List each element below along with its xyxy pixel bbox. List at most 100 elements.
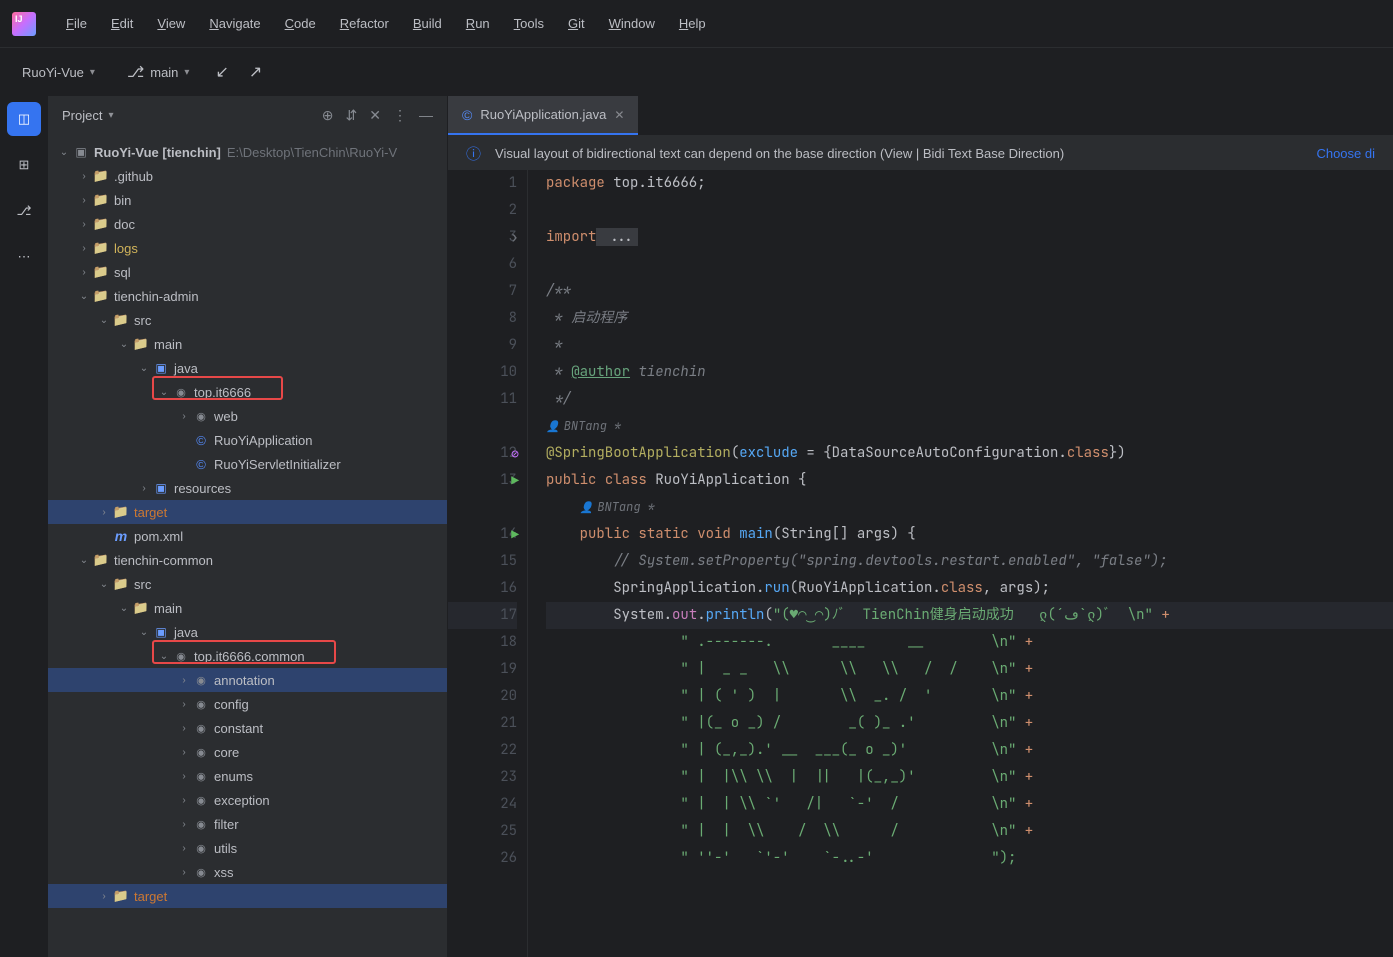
tree-arrow-icon[interactable]: ›: [76, 243, 92, 254]
expand-all-icon[interactable]: ⇵: [346, 107, 358, 124]
gutter-line[interactable]: 26: [448, 845, 517, 872]
tree-row[interactable]: ⌄src: [48, 308, 447, 332]
gutter-line[interactable]: 25: [448, 818, 517, 845]
run-gutter-icon[interactable]: [511, 521, 519, 548]
tree-row[interactable]: ⌄java: [48, 356, 447, 380]
tree-arrow-icon[interactable]: ›: [176, 675, 192, 686]
tree-row[interactable]: ›logs: [48, 236, 447, 260]
tree-arrow-icon[interactable]: ›: [176, 771, 192, 782]
gutter-line[interactable]: 9: [448, 332, 517, 359]
code-editor[interactable]: 1236789101112131415161718192021222324252…: [448, 170, 1393, 957]
tree-arrow-icon[interactable]: ›: [96, 891, 112, 902]
menu-file[interactable]: File: [56, 12, 97, 35]
gutter-line[interactable]: 7: [448, 278, 517, 305]
tree-row[interactable]: ›constant: [48, 716, 447, 740]
menu-refactor[interactable]: Refactor: [330, 12, 399, 35]
fold-gutter-icon[interactable]: [510, 224, 519, 251]
tree-row[interactable]: ›utils: [48, 836, 447, 860]
panel-title-selector[interactable]: Project ▾: [62, 108, 114, 123]
tree-row[interactable]: ›sql: [48, 260, 447, 284]
tree-arrow-icon[interactable]: ›: [76, 195, 92, 206]
tree-row[interactable]: ⌄RuoYi-Vue [tienchin]E:\Desktop\TienChin…: [48, 140, 447, 164]
gutter-line[interactable]: 3: [448, 224, 517, 251]
run-gutter-icon[interactable]: [511, 467, 519, 494]
tree-arrow-icon[interactable]: ⌄: [116, 339, 132, 350]
structure-tool-button[interactable]: ⊞: [7, 148, 41, 182]
tree-row[interactable]: ›exception: [48, 788, 447, 812]
vcs-tool-button[interactable]: ⎇: [7, 194, 41, 228]
tree-row[interactable]: RuoYiServletInitializer: [48, 452, 447, 476]
gutter-line[interactable]: 17: [448, 602, 517, 629]
gutter-line[interactable]: 6: [448, 251, 517, 278]
close-tab-icon[interactable]: ✕: [614, 108, 624, 122]
tree-row[interactable]: ›annotation: [48, 668, 447, 692]
tree-row[interactable]: ⌄tienchin-common: [48, 548, 447, 572]
menu-view[interactable]: View: [147, 12, 195, 35]
tree-arrow-icon[interactable]: ⌄: [96, 315, 112, 326]
code-content[interactable]: package top.it6666; import ... /** * 启动程…: [528, 170, 1393, 957]
tree-arrow-icon[interactable]: ⌄: [56, 147, 72, 158]
select-opened-file-icon[interactable]: ⊕: [322, 107, 334, 124]
tree-row[interactable]: ›filter: [48, 812, 447, 836]
tree-row[interactable]: ›bin: [48, 188, 447, 212]
tree-arrow-icon[interactable]: ›: [76, 171, 92, 182]
project-selector[interactable]: RuoYi-Vue ▾: [16, 61, 101, 84]
project-tool-button[interactable]: ◫: [7, 102, 41, 136]
tree-row[interactable]: ›resources: [48, 476, 447, 500]
tree-row[interactable]: ⌄src: [48, 572, 447, 596]
tree-arrow-icon[interactable]: ›: [136, 483, 152, 494]
vcs-update-icon[interactable]: ↙: [215, 62, 228, 82]
tree-arrow-icon[interactable]: ⌄: [156, 651, 172, 662]
tree-row[interactable]: ⌄main: [48, 332, 447, 356]
tree-arrow-icon[interactable]: ›: [176, 819, 192, 830]
hide-panel-icon[interactable]: —: [419, 107, 433, 124]
panel-menu-icon[interactable]: ⋮: [393, 107, 407, 124]
tree-arrow-icon[interactable]: ⌄: [136, 627, 152, 638]
tree-arrow-icon[interactable]: ⌄: [96, 579, 112, 590]
menu-window[interactable]: Window: [599, 12, 665, 35]
tree-row[interactable]: RuoYiApplication: [48, 428, 447, 452]
tree-row[interactable]: ›web: [48, 404, 447, 428]
tree-arrow-icon[interactable]: ›: [176, 747, 192, 758]
tree-row[interactable]: ›target: [48, 884, 447, 908]
menu-edit[interactable]: Edit: [101, 12, 143, 35]
gutter-line[interactable]: 15: [448, 548, 517, 575]
menu-navigate[interactable]: Navigate: [199, 12, 270, 35]
gutter-line[interactable]: 10: [448, 359, 517, 386]
gutter-line[interactable]: 24: [448, 791, 517, 818]
tree-arrow-icon[interactable]: ›: [76, 267, 92, 278]
tree-arrow-icon[interactable]: ⌄: [76, 555, 92, 566]
menu-help[interactable]: Help: [669, 12, 716, 35]
project-tree[interactable]: ⌄RuoYi-Vue [tienchin]E:\Desktop\TienChin…: [48, 136, 447, 957]
gutter-line[interactable]: 22: [448, 737, 517, 764]
vcs-push-icon[interactable]: ↗: [249, 62, 262, 82]
tree-row[interactable]: ›.github: [48, 164, 447, 188]
tree-arrow-icon[interactable]: ›: [176, 843, 192, 854]
tree-row[interactable]: ⌄tienchin-admin: [48, 284, 447, 308]
menu-run[interactable]: Run: [456, 12, 500, 35]
collapse-icon[interactable]: ✕: [369, 107, 381, 124]
gutter-line[interactable]: 19: [448, 656, 517, 683]
tree-arrow-icon[interactable]: ›: [76, 219, 92, 230]
gutter-line[interactable]: 2: [448, 197, 517, 224]
tree-row[interactable]: ›doc: [48, 212, 447, 236]
tree-row[interactable]: ›enums: [48, 764, 447, 788]
banner-action[interactable]: Choose di: [1316, 146, 1375, 161]
gutter-line[interactable]: 21: [448, 710, 517, 737]
gutter-line[interactable]: 13: [448, 467, 517, 494]
more-tools-button[interactable]: ⋯: [7, 240, 41, 274]
gutter-line[interactable]: 11: [448, 386, 517, 413]
tree-row[interactable]: ⌄top.it6666: [48, 380, 447, 404]
gutter-line[interactable]: 1: [448, 170, 517, 197]
tree-arrow-icon[interactable]: ›: [176, 723, 192, 734]
branch-selector[interactable]: main ▾: [121, 59, 196, 85]
tree-row[interactable]: pom.xml: [48, 524, 447, 548]
tree-arrow-icon[interactable]: ›: [176, 867, 192, 878]
gutter-line[interactable]: 18: [448, 629, 517, 656]
tree-arrow-icon[interactable]: ⌄: [136, 363, 152, 374]
tree-arrow-icon[interactable]: ⌄: [156, 387, 172, 398]
tree-arrow-icon[interactable]: ›: [176, 411, 192, 422]
tree-arrow-icon[interactable]: ⌄: [76, 291, 92, 302]
tree-arrow-icon[interactable]: ⌄: [116, 603, 132, 614]
tree-row[interactable]: ›xss: [48, 860, 447, 884]
